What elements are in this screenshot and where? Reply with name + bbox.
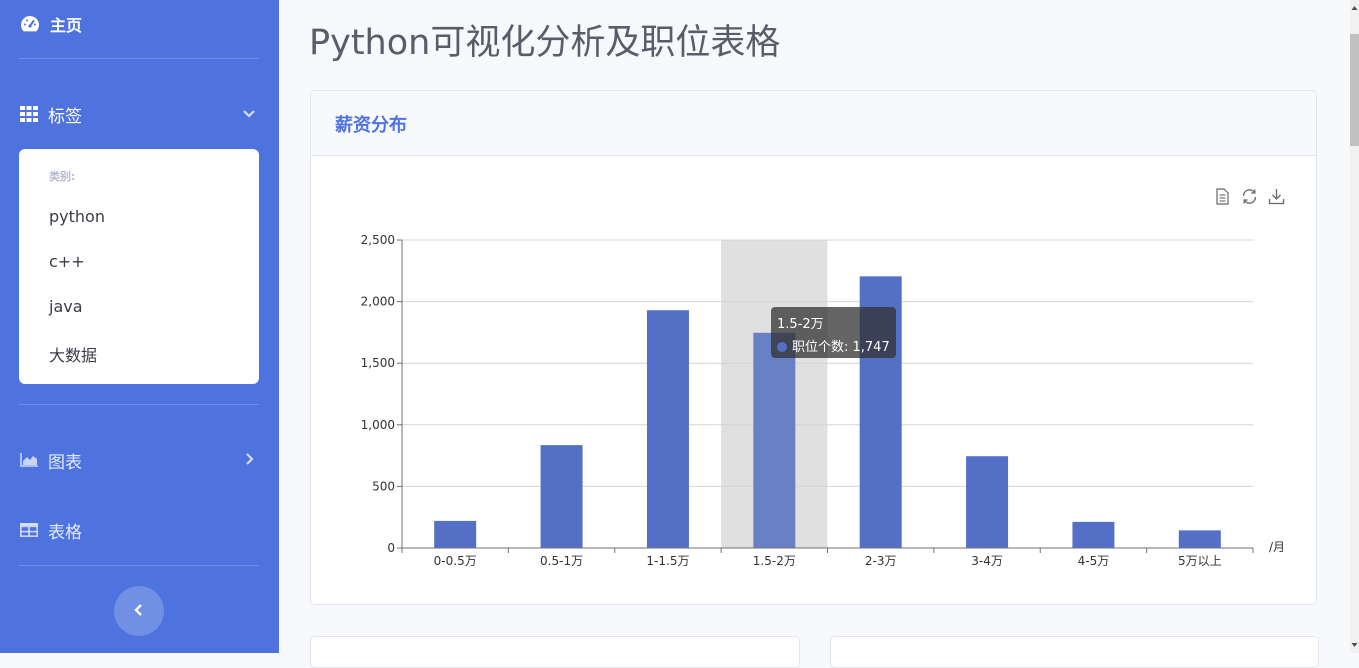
nav-home[interactable]: 主页 [20, 12, 82, 36]
restore-icon[interactable] [1240, 187, 1259, 206]
dropdown-header: 类别: [49, 170, 76, 183]
tooltip-row: 职位个数: 1,747 [777, 340, 890, 355]
page-scrollbar[interactable] [1350, 0, 1359, 653]
table-icon [20, 523, 40, 537]
scroll-thumb[interactable] [1350, 34, 1359, 146]
scroll-up-arrow-icon[interactable] [1350, 0, 1359, 16]
nav-tags-label: 标签 [48, 106, 82, 127]
dropdown-item-python[interactable]: python [49, 207, 105, 226]
secondary-card-left [310, 636, 800, 668]
dashboard-icon [20, 15, 40, 33]
nav-tags[interactable]: 标签 [20, 102, 260, 127]
sidebar-toggle-button[interactable] [114, 586, 164, 636]
chevron-right-icon [242, 452, 256, 466]
scroll-down-arrow-icon[interactable] [1350, 637, 1359, 653]
grid-icon [20, 106, 40, 122]
page-title: Python可视化分析及职位表格 [309, 23, 781, 63]
card-header: 薪资分布 [311, 91, 1316, 156]
dropdown-item-cpp[interactable]: c++ [49, 252, 85, 271]
data-view-icon[interactable] [1213, 187, 1232, 206]
chevron-down-icon [242, 106, 256, 120]
nav-tables[interactable]: 表格 [20, 518, 260, 543]
sidebar-divider [19, 565, 259, 566]
sidebar-divider [19, 58, 259, 59]
tooltip-label: 职位个数: 1,747 [792, 340, 890, 355]
chart-toolbox [1213, 187, 1286, 206]
tooltip-title: 1.5-2万 [777, 317, 824, 332]
series-dot-icon [777, 342, 787, 352]
sidebar-divider [19, 404, 259, 405]
chevron-left-icon [132, 602, 146, 621]
card-title: 薪资分布 [335, 115, 407, 136]
tags-dropdown: 类别: python c++ java 大数据 [19, 149, 259, 384]
chart-tooltip: 1.5-2万 职位个数: 1,747 [771, 307, 896, 358]
nav-charts[interactable]: 图表 [20, 448, 260, 473]
dropdown-item-bigdata[interactable]: 大数据 [49, 342, 97, 366]
nav-home-label: 主页 [50, 16, 83, 35]
dropdown-item-java[interactable]: java [49, 297, 83, 316]
nav-charts-label: 图表 [48, 452, 82, 473]
area-chart-icon [20, 453, 40, 467]
sidebar: 主页 标签 类别: python c++ java 大数据 图表 表格 [0, 0, 279, 653]
secondary-card-right [830, 636, 1319, 668]
nav-tables-label: 表格 [48, 522, 82, 543]
save-image-icon[interactable] [1267, 187, 1286, 206]
